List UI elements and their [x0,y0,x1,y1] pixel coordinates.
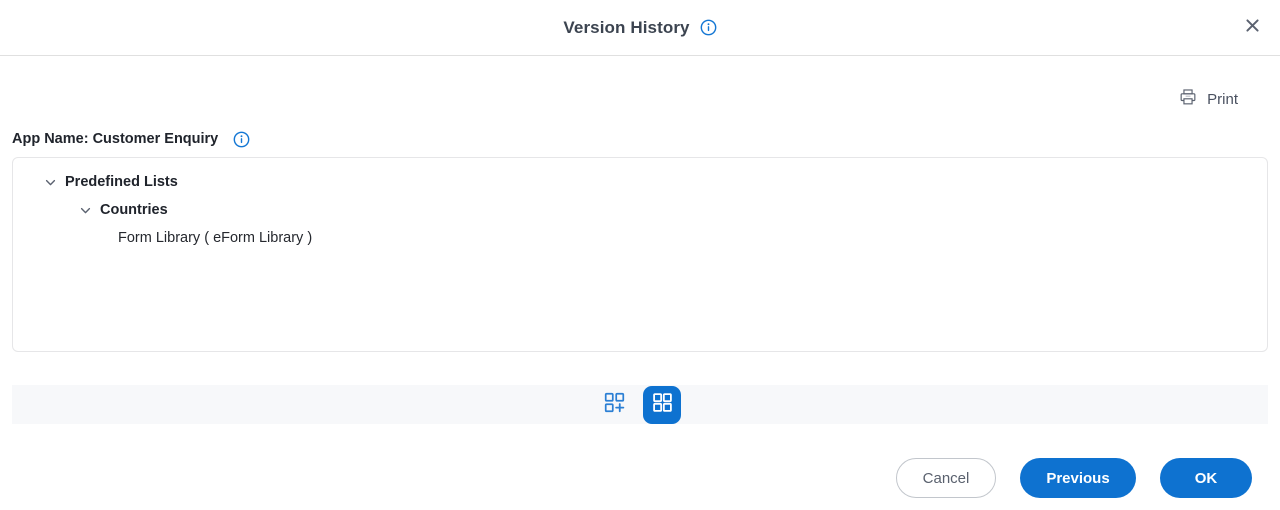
chevron-down-icon[interactable] [43,175,57,189]
version-history-dialog: Version History Print App Name: Customer… [0,0,1280,510]
grid-four-icon [652,392,673,418]
grid-plus-icon [604,392,625,418]
grid-view-button[interactable] [643,385,681,424]
chevron-down-icon[interactable] [78,203,92,217]
print-label: Print [1207,90,1238,108]
view-mode-strip [12,385,1268,424]
tree-node-label: Predefined Lists [65,174,178,190]
app-name-row: App Name: Customer Enquiry [12,127,250,151]
ok-button[interactable]: OK [1160,458,1252,498]
cancel-button[interactable]: Cancel [896,458,996,498]
page-title: Version History [563,17,690,37]
previous-button[interactable]: Previous [1020,458,1136,498]
title-info-icon[interactable] [700,19,717,36]
close-button[interactable] [1234,10,1270,46]
close-icon [1244,17,1261,39]
version-tree-panel: Predefined Lists Countries Form Library … [12,157,1268,352]
tree-node-label: Countries [100,202,168,218]
dialog-footer: Cancel Previous OK [0,446,1280,510]
app-name-label: App Name: Customer Enquiry [12,131,219,147]
app-name-info-icon[interactable] [233,131,250,148]
tree-node-predefined-lists[interactable]: Predefined Lists [13,168,1267,196]
tree-node-countries[interactable]: Countries [13,196,1267,224]
tree-node-label: Form Library ( eForm Library ) [118,230,313,246]
grid-add-view-button[interactable] [599,390,629,420]
dialog-header: Version History [0,0,1280,56]
printer-icon [1179,88,1197,111]
tree-node-form-library[interactable]: Form Library ( eForm Library ) [13,224,1267,252]
print-button[interactable]: Print [1179,84,1238,114]
dialog-title-bar: Version History [0,0,1280,55]
